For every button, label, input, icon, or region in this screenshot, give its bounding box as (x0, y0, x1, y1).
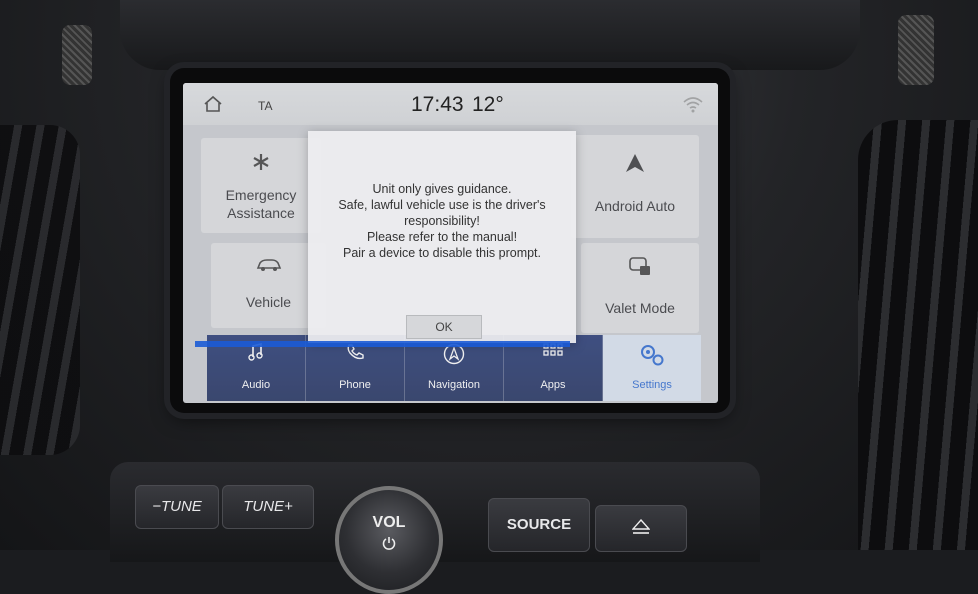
tune-up-button[interactable]: TUNE+ (222, 485, 314, 529)
ok-button[interactable]: OK (406, 315, 482, 339)
dialog-message-line: Unit only gives guidance. (372, 182, 512, 196)
tune-down-button[interactable]: −TUNE (135, 485, 219, 529)
safety-warning-dialog: Unit only gives guidance. Safe, lawful v… (308, 131, 576, 343)
ta-indicator: TA (258, 99, 273, 113)
infotainment-screen: TA 17:43 12° Emergency Assistance Vehicl… (183, 83, 718, 403)
air-vent-right (858, 120, 978, 550)
dialog-message-line: Pair a device to disable this prompt. (342, 246, 542, 260)
air-vent-left (0, 125, 80, 455)
eject-button[interactable] (595, 505, 687, 552)
status-bar: TA 17:43 12° (183, 83, 718, 125)
dialog-message-line: Safe, lawful vehicle use is the driver's (338, 198, 546, 212)
volume-knob[interactable]: VOL (335, 486, 443, 594)
power-icon (382, 537, 396, 550)
dashboard-bezel (120, 0, 860, 70)
home-icon[interactable] (203, 95, 223, 113)
source-button[interactable]: SOURCE (488, 498, 590, 552)
clock: 17:43 (411, 93, 464, 116)
volume-label: VOL (372, 514, 406, 531)
outside-temperature: 12° (472, 93, 504, 116)
dialog-message-line: Please refer to the manual! (366, 230, 518, 244)
eject-icon (631, 518, 651, 534)
dialog-message-line: responsibility! (404, 214, 480, 228)
speaker-grille-right (898, 15, 934, 85)
dialog-accent-bar (195, 341, 570, 347)
wifi-icon (683, 97, 703, 113)
speaker-grille-left (62, 25, 92, 85)
